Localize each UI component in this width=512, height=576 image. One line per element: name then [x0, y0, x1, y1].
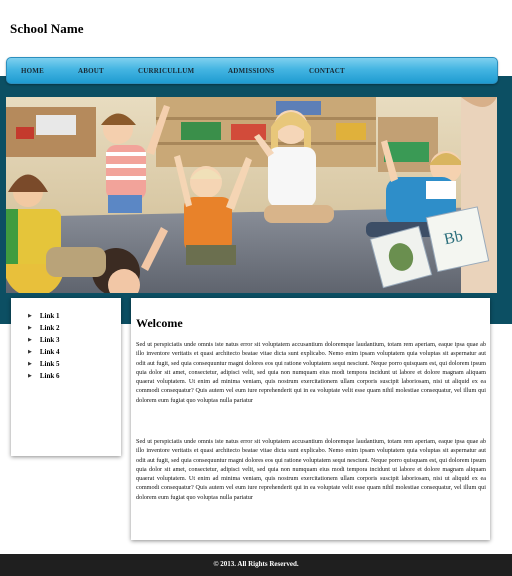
body-paragraph: Sed ut perspiciatis unde omnis iste natu… [136, 438, 486, 501]
sidebar-link-label: Link 6 [39, 372, 60, 380]
sidebar-link-3[interactable]: ▶ Link 3 [28, 336, 60, 344]
sidebar-link-6[interactable]: ▶ Link 6 [28, 372, 60, 380]
body-paragraph: Sed ut perspiciatis unde omnis iste natu… [136, 341, 486, 404]
sidebar-links: ▶ Link 1 ▶ Link 2 ▶ Link 3 ▶ Link 4 ▶ Link 5 … [11, 298, 121, 456]
nav-admissions[interactable]: ADMISSIONS [228, 67, 274, 75]
triangle-right-icon: ▶ [28, 350, 32, 355]
triangle-right-icon: ▶ [28, 338, 32, 343]
nav-about[interactable]: ABOUT [78, 67, 104, 75]
triangle-right-icon: ▶ [28, 326, 32, 331]
sidebar-link-label: Link 2 [39, 324, 60, 332]
sidebar-link-1[interactable]: ▶ Link 1 [28, 312, 60, 320]
site-footer: © 2013. All Rights Reserved. [0, 554, 512, 576]
main-navigation: HOME ABOUT CURRICULLUM ADMISSIONS CONTAC… [6, 57, 498, 84]
main-content: Welcome Sed ut perspiciatis unde omnis i… [131, 298, 490, 540]
nav-home[interactable]: HOME [21, 67, 44, 75]
nav-curriculum[interactable]: CURRICULLUM [138, 67, 194, 75]
classroom-children-illustration: Bb [6, 97, 497, 293]
triangle-right-icon: ▶ [28, 374, 32, 379]
hero-image: Bb [6, 97, 497, 293]
sidebar-link-label: Link 1 [39, 312, 60, 320]
triangle-right-icon: ▶ [28, 362, 32, 367]
sidebar-link-label: Link 4 [39, 348, 60, 356]
copyright-text: © 2013. All Rights Reserved. [213, 560, 299, 568]
sidebar-link-label: Link 5 [39, 360, 60, 368]
sidebar-link-4[interactable]: ▶ Link 4 [28, 348, 60, 356]
nav-contact[interactable]: CONTACT [309, 67, 345, 75]
triangle-right-icon: ▶ [28, 314, 32, 319]
sidebar-link-5[interactable]: ▶ Link 5 [28, 360, 60, 368]
site-title[interactable]: School Name [10, 21, 84, 37]
sidebar-link-label: Link 3 [39, 336, 60, 344]
page-heading: Welcome [136, 316, 183, 330]
sidebar-link-2[interactable]: ▶ Link 2 [28, 324, 60, 332]
